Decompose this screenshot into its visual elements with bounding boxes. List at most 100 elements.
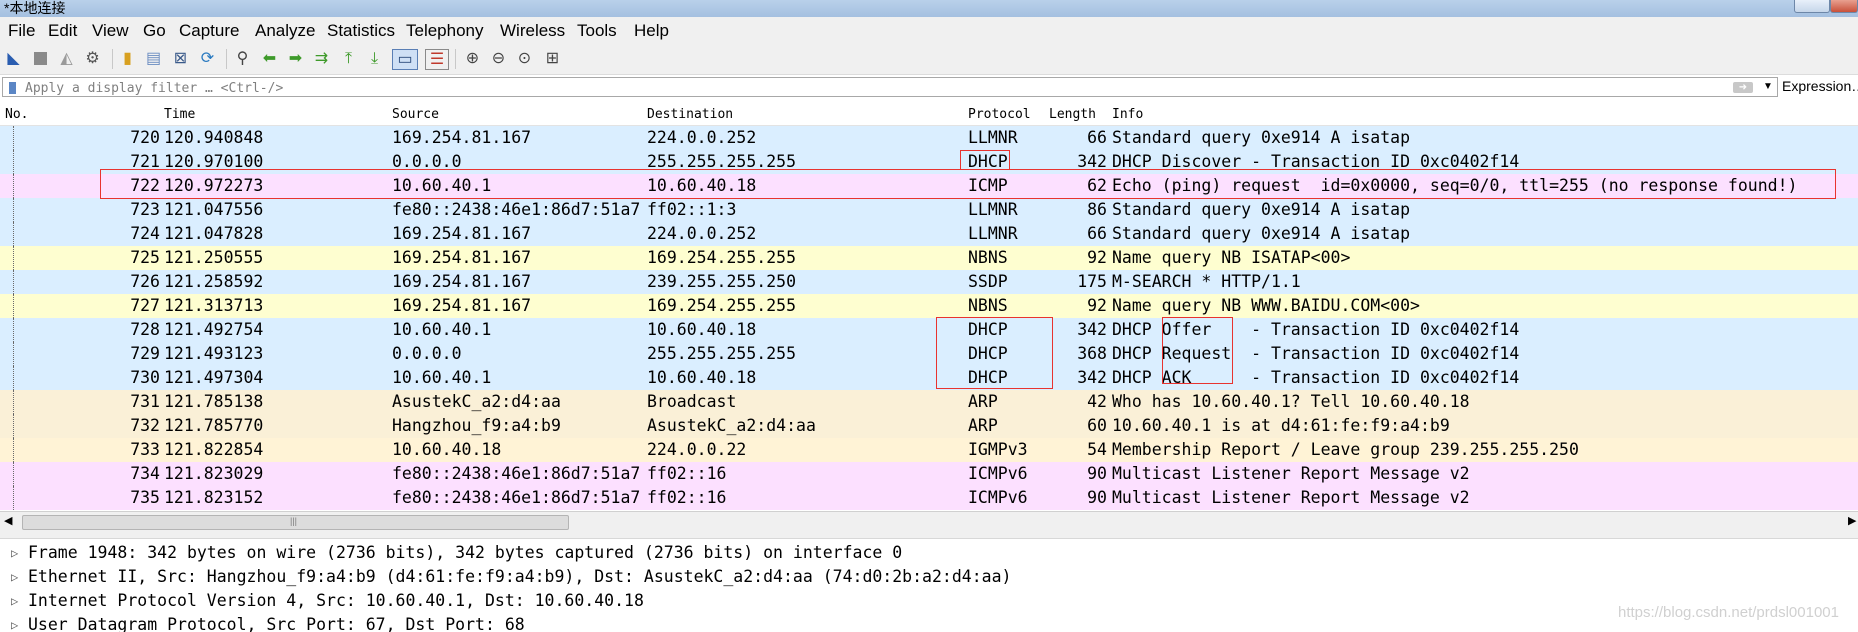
open-file-icon[interactable]: ▮ [118,49,137,68]
packet-row[interactable]: 725 121.250555 169.254.81.167 169.254.255.2… [0,246,1858,270]
packet-row[interactable]: 728 121.492754 10.60.40.1 10.60.40.18 DHCP 34… [0,318,1858,342]
packet-len-cell: 86 [1087,200,1107,219]
packet-info-cell: 10.60.40.1 is at d4:61:fe:f9:a4:b9 [1112,416,1450,435]
packet-no-cell: 724 [130,224,160,243]
resize-columns-icon[interactable]: ⊞ [543,49,562,68]
expand-triangle-icon[interactable]: ▷ [11,589,18,613]
packet-len-cell: 92 [1087,248,1107,267]
packet-dst-cell: ff02::1:3 [647,200,737,219]
packet-info-cell: Name query NB WWW.BAIDU.COM<00> [1112,296,1420,315]
find-packet-icon[interactable]: ⚲ [233,49,252,68]
menu-capture[interactable]: Capture [179,22,239,40]
zoom-normal-icon[interactable]: ⊙ [515,49,534,68]
packet-src-cell: 10.60.40.18 [392,440,502,459]
display-filter-input[interactable]: Apply a display filter … <Ctrl-/> ➜ ▼ [2,77,1778,97]
packet-proto-cell: SSDP [968,272,1008,291]
packet-row[interactable]: 720 120.940848 169.254.81.167 224.0.0.252 LL… [0,126,1858,150]
column-header-source[interactable]: Source [392,107,439,122]
menu-statistics[interactable]: Statistics [327,22,395,40]
packet-proto-cell: LLMNR [968,200,1018,219]
expand-triangle-icon[interactable]: ▷ [11,565,18,589]
packet-len-cell: 66 [1087,128,1107,147]
go-to-packet-icon[interactable]: ⇉ [312,49,331,68]
packet-row[interactable]: 729 121.493123 0.0.0.0 255.255.255.255 DHCP 3… [0,342,1858,366]
menu-analyze[interactable]: Analyze [255,22,315,40]
go-forward-icon[interactable]: ➡ [286,49,305,68]
capture-options-icon[interactable]: ⚙ [83,49,102,68]
packet-dst-cell: 169.254.255.255 [647,296,797,315]
packet-row[interactable]: 726 121.258592 169.254.81.167 239.255.255.2… [0,270,1858,294]
colorize-icon[interactable]: ☰ [425,49,449,70]
packet-info-cell: M-SEARCH * HTTP/1.1 [1112,272,1301,291]
expand-triangle-icon[interactable]: ▷ [11,613,18,632]
close-file-icon[interactable]: ⊠ [171,49,190,68]
annotation-box-row-722 [100,169,1836,199]
expression-button[interactable]: Expression… [1782,78,1858,94]
zoom-in-icon[interactable]: ⊕ [463,49,482,68]
packet-info-cell: Multicast Listener Report Message v2 [1112,488,1470,507]
packet-info-cell: Multicast Listener Report Message v2 [1112,464,1470,483]
packet-row[interactable]: 724 121.047828 169.254.81.167 224.0.0.252 LL… [0,222,1858,246]
packet-len-cell: 66 [1087,224,1107,243]
packet-row[interactable]: 730 121.497304 10.60.40.1 10.60.40.18 DHCP 34… [0,366,1858,390]
scroll-left-icon[interactable]: ◀ [4,514,12,527]
save-file-icon[interactable]: ▤ [144,49,163,68]
scroll-right-icon[interactable]: ▶ [1848,514,1856,527]
packet-no-cell: 723 [130,200,160,219]
go-first-icon[interactable]: ⤒ [339,49,358,68]
packet-time-cell: 121.313713 [164,296,264,315]
detail-row-frame[interactable]: ▷ Frame 1948: 342 bytes on wire (2736 bi… [0,541,1858,565]
column-header-protocol[interactable]: Protocol [968,107,1031,122]
packet-row[interactable]: 723 121.047556 fe80::2438:46e1:86d7:51a7 ff… [0,198,1858,222]
restart-icon[interactable]: ◭ [57,49,76,68]
detail-row-ipv4[interactable]: ▷ Internet Protocol Version 4, Src: 10.6… [0,589,1858,613]
close-button[interactable] [1830,0,1858,13]
minimize-button[interactable] [1794,0,1830,13]
filter-history-dropdown-icon[interactable]: ▼ [1763,81,1773,92]
column-header-no[interactable]: No. [5,107,28,122]
menu-view[interactable]: View [92,22,129,40]
packet-time-cell: 121.497304 [164,368,264,387]
expand-triangle-icon[interactable]: ▷ [11,541,18,565]
apply-filter-arrow-icon[interactable]: ➜ [1733,82,1753,93]
packet-row[interactable]: 727 121.313713 169.254.81.167 169.254.255.2… [0,294,1858,318]
go-back-icon[interactable]: ⬅ [260,49,279,68]
column-header-length[interactable]: Length [1049,107,1096,122]
packet-row[interactable]: 731 121.785138 AsustekC_a2:d4:aa Broadcast A… [0,390,1858,414]
stop-icon[interactable] [31,49,50,68]
packet-time-cell: 121.250555 [164,248,264,267]
packet-proto-cell: NBNS [968,248,1008,267]
zoom-out-icon[interactable]: ⊖ [489,49,508,68]
column-header-time[interactable]: Time [164,107,195,122]
menu-file[interactable]: File [8,22,35,40]
packet-src-cell: 169.254.81.167 [392,128,532,147]
detail-row-ethernet[interactable]: ▷ Ethernet II, Src: Hangzhou_f9:a4:b9 (d… [0,565,1858,589]
packet-row[interactable]: 734 121.823029 fe80::2438:46e1:86d7:51a7 ff… [0,462,1858,486]
bookmark-icon[interactable] [9,82,16,94]
pane-splitter[interactable] [0,530,1858,539]
column-header-info[interactable]: Info [1112,107,1143,122]
autoscroll-icon[interactable]: ▭ [392,49,418,70]
packet-len-cell: 175 [1077,272,1107,291]
menu-wireless[interactable]: Wireless [500,22,565,40]
reload-icon[interactable]: ⟳ [198,49,217,68]
packet-time-cell: 121.823152 [164,488,264,507]
packet-src-cell: 169.254.81.167 [392,248,532,267]
annotation-box-protocol-728-730 [936,317,1053,389]
menu-go[interactable]: Go [143,22,166,40]
menu-edit[interactable]: Edit [48,22,77,40]
go-last-icon[interactable]: ⤓ [365,49,384,68]
packet-row[interactable]: 733 121.822854 10.60.40.18 224.0.0.22 IGMPv3… [0,438,1858,462]
detail-row-udp[interactable]: ▷ User Datagram Protocol, Src Port: 67, … [0,613,1858,632]
packet-src-cell: 169.254.81.167 [392,224,532,243]
packet-row[interactable]: 732 121.785770 Hangzhou_f9:a4:b9 AsustekC_a… [0,414,1858,438]
shark-fin-start-icon[interactable]: ◣ [4,49,23,68]
packet-list-horizontal-scrollbar[interactable]: ◀ ||| ▶ [0,511,1858,530]
menu-help[interactable]: Help [634,22,669,40]
packet-dst-cell: 255.255.255.255 [647,344,797,363]
toolbar-separator [455,49,456,69]
menu-telephony[interactable]: Telephony [406,22,484,40]
column-header-destination[interactable]: Destination [647,107,733,122]
packet-row[interactable]: 735 121.823152 fe80::2438:46e1:86d7:51a7 ff… [0,486,1858,510]
menu-tools[interactable]: Tools [577,22,617,40]
